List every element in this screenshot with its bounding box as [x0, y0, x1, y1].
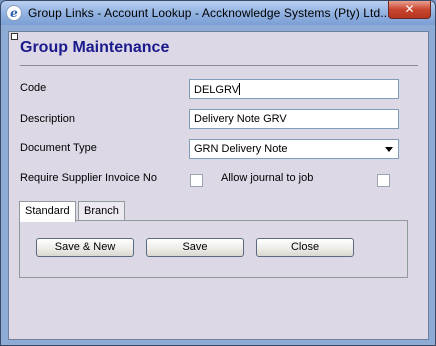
- code-value: DELGRV: [194, 84, 240, 96]
- description-value: Delivery Note GRV: [194, 113, 287, 125]
- window-title: Group Links - Account Lookup - Accknowle…: [28, 6, 391, 20]
- close-button[interactable]: Close: [256, 238, 354, 257]
- document-type-label: Document Type: [20, 142, 97, 154]
- code-input[interactable]: DELGRV: [189, 79, 399, 99]
- app-icon: e: [6, 5, 22, 21]
- title-bar[interactable]: e Group Links - Account Lookup - Accknow…: [1, 1, 435, 25]
- require-supplier-invoice-checkbox[interactable]: [190, 174, 203, 187]
- document-type-value: GRN Delivery Note: [194, 143, 288, 155]
- application-window: e Group Links - Account Lookup - Accknow…: [0, 0, 436, 346]
- form-client-area: Group Maintenance Code DELGRV Descriptio…: [8, 31, 429, 340]
- tab-branch[interactable]: Branch: [78, 201, 125, 221]
- allow-journal-checkbox[interactable]: [377, 174, 390, 187]
- standard-tab-panel: Save & New Save Close: [19, 220, 408, 278]
- system-menu-box[interactable]: [11, 33, 18, 40]
- form-header: Group Maintenance: [20, 39, 170, 56]
- save-and-new-button[interactable]: Save & New: [36, 238, 134, 257]
- allow-journal-label: Allow journal to job: [221, 172, 314, 184]
- description-label: Description: [20, 113, 76, 125]
- chevron-down-icon[interactable]: [385, 147, 393, 152]
- description-input[interactable]: Delivery Note GRV: [189, 109, 399, 129]
- text-caret: [239, 83, 241, 95]
- tab-standard[interactable]: Standard: [19, 201, 76, 222]
- window-close-button[interactable]: ✕: [388, 1, 431, 19]
- require-supplier-invoice-label: Require Supplier Invoice No: [20, 172, 157, 184]
- document-type-select[interactable]: GRN Delivery Note: [189, 139, 399, 159]
- save-button[interactable]: Save: [146, 238, 244, 257]
- code-label: Code: [20, 82, 47, 94]
- header-separator: [20, 65, 418, 66]
- close-icon: ✕: [404, 2, 415, 16]
